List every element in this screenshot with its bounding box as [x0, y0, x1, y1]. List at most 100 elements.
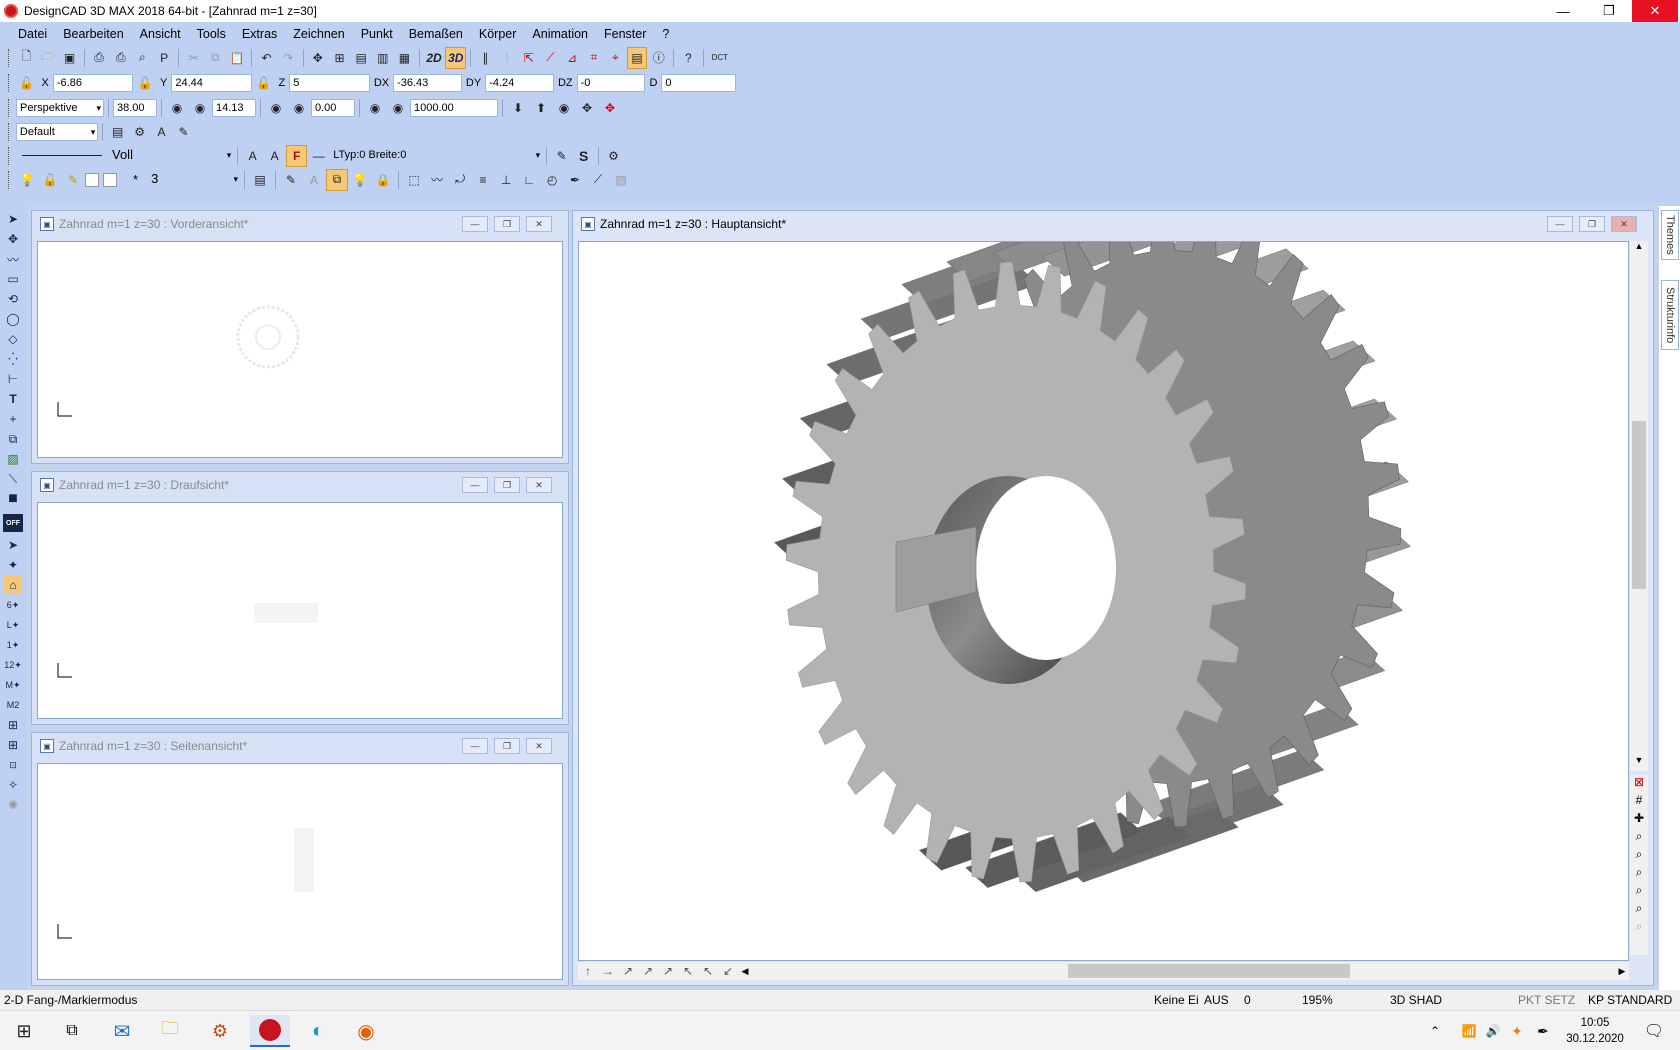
snap-l-icon[interactable]: L✦ — [4, 616, 22, 634]
view-angle-field[interactable]: 38.00 — [113, 98, 157, 117]
view-arrow-7-icon[interactable]: ↖ — [698, 964, 718, 978]
view-arrow-5-icon[interactable]: ↗ — [658, 964, 678, 978]
main-view-minimize-button[interactable]: — — [1547, 216, 1573, 232]
layer-lock-icon[interactable]: 🔓 — [39, 169, 61, 191]
walk-forward-icon[interactable]: ⬆ — [530, 97, 552, 119]
x-field[interactable]: -6.86 — [52, 73, 134, 92]
mode-3d-button[interactable]: 3D — [445, 46, 467, 69]
zoom-disabled-icon[interactable]: ⌕ — [1630, 919, 1648, 937]
z-field[interactable]: 5 — [289, 73, 370, 92]
main-view-close-button[interactable]: ✕ — [1611, 216, 1637, 232]
layer-select[interactable]: 3 — [148, 170, 241, 189]
context-help-icon[interactable]: ? — [678, 47, 699, 69]
hatch-icon[interactable]: ▨ — [610, 169, 632, 191]
camera-icon[interactable]: ◉ — [265, 97, 287, 119]
front-view-window[interactable]: ▣ Zahnrad m=1 z=30 : Vorderansicht* — ❐ … — [31, 210, 569, 464]
group-icon[interactable]: ⧉ — [4, 430, 22, 448]
zoom-window-icon[interactable]: ⌕ — [1630, 829, 1648, 847]
snap-12-icon[interactable]: 12✦ — [4, 656, 22, 674]
zoom-grid-icon[interactable]: # — [1630, 793, 1648, 811]
main-view-canvas[interactable] — [578, 241, 1629, 961]
layer-pattern-swatch[interactable] — [103, 172, 117, 187]
select-arrow-icon[interactable]: ➤ — [4, 210, 22, 228]
top-view-minimize-button[interactable]: — — [462, 477, 488, 493]
lock-z-icon[interactable]: 🔓 — [253, 72, 275, 94]
solid-fill-icon[interactable]: ■ — [4, 490, 22, 508]
print-setup-icon[interactable]: ⎙ — [110, 47, 131, 69]
clip-distance-field[interactable]: 1000.00 — [410, 98, 498, 117]
menu-ansicht[interactable]: Ansicht — [132, 22, 189, 46]
view-distance-field[interactable]: 14.13 — [212, 98, 256, 117]
array-icon[interactable]: ⁛ — [4, 350, 22, 368]
tray-app-icon[interactable]: ✦ — [1506, 1015, 1528, 1047]
settings-app-icon[interactable]: ⚙ — [200, 1015, 240, 1047]
scroll-down-icon[interactable]: ▼ — [1630, 755, 1648, 771]
pan-icon[interactable]: ✥ — [308, 47, 329, 69]
dx-field[interactable]: -36.43 — [393, 73, 462, 92]
menu-zeichnen[interactable]: Zeichnen — [285, 22, 352, 46]
zoom-in-icon[interactable]: ⌕ — [1630, 847, 1648, 865]
snap-off-button[interactable]: OFF — [3, 514, 23, 532]
snap-m2-icon[interactable]: M2 — [4, 696, 22, 714]
layer-text-icon[interactable]: A — [303, 169, 325, 191]
orbit-icon[interactable]: ✥ — [576, 97, 598, 119]
vertical-scroll-thumb[interactable] — [1632, 421, 1646, 589]
zoom-center-icon[interactable]: ✚ — [1630, 811, 1648, 829]
tray-expand-icon[interactable]: ⌃ — [1424, 1015, 1446, 1047]
d-field[interactable]: 0 — [661, 73, 737, 92]
scroll-left-icon[interactable]: ◀ — [738, 966, 752, 977]
designcad-taskbar-icon[interactable] — [250, 1015, 290, 1047]
view-arrow-4-icon[interactable]: ↗ — [638, 964, 658, 978]
cut-icon[interactable]: ✂ — [183, 47, 204, 69]
menu-animation[interactable]: Animation — [524, 22, 596, 46]
top-view-close-button[interactable]: ✕ — [526, 477, 552, 493]
view-arrow-3-icon[interactable]: ↗ — [618, 964, 638, 978]
firefox-browser-icon[interactable]: ◉ — [346, 1015, 386, 1047]
layer-color-swatch[interactable] — [85, 172, 99, 187]
zoom-previous-icon[interactable]: ⌕ — [1630, 901, 1648, 919]
main-view-window[interactable]: ▣ Zahnrad m=1 z=30 : Hauptansicht* — ❐ ✕… — [572, 210, 1654, 986]
menu-fenster[interactable]: Fenster — [596, 22, 654, 46]
print-preview-icon[interactable]: ⌕ — [132, 47, 153, 69]
eraser-icon[interactable]: ◇ — [4, 330, 22, 348]
perpendicular-icon[interactable]: ⊥ — [495, 169, 517, 191]
menu-help[interactable]: ? — [654, 22, 677, 46]
vertical-scrollbar[interactable]: ▲ ▼ — [1630, 241, 1648, 771]
text-tool-icon[interactable]: T — [4, 390, 22, 408]
front-view-close-button[interactable]: ✕ — [526, 216, 552, 232]
new-file-icon[interactable]: 🗋 — [16, 47, 37, 69]
handles-icon[interactable]: ⌗ — [583, 47, 604, 69]
horizontal-scrollbar[interactable] — [752, 962, 1615, 980]
layer-lock-all-icon[interactable]: 🔒 — [372, 169, 394, 191]
line-type-select[interactable]: Voll — [109, 146, 234, 165]
scroll-up-icon[interactable]: ▲ — [1630, 241, 1648, 257]
near-clip-icon[interactable]: ◉ — [364, 97, 386, 119]
walk-back-icon[interactable]: ⬇ — [507, 97, 529, 119]
snap-1-icon[interactable]: 1✦ — [4, 636, 22, 654]
top-view-canvas[interactable] — [37, 502, 563, 719]
camera-target-icon[interactable]: ◉ — [288, 97, 310, 119]
offset-icon[interactable]: ≡ — [472, 169, 494, 191]
restore-button[interactable]: ❐ — [1586, 0, 1632, 22]
text-size-down-icon[interactable]: A — [264, 145, 285, 167]
view-arrow-6-icon[interactable]: ↖ — [678, 964, 698, 978]
layer-copy-icon[interactable]: ⧉ — [326, 168, 349, 191]
app-logo-icon[interactable] — [4, 4, 18, 18]
fill-button[interactable]: F — [286, 144, 308, 167]
snap-cursor-icon[interactable]: ➤ — [4, 536, 22, 554]
side-view-close-button[interactable]: ✕ — [526, 738, 552, 754]
menu-punkt[interactable]: Punkt — [353, 22, 401, 46]
style-page-icon[interactable]: ▤ — [107, 121, 128, 143]
menu-koerper[interactable]: Körper — [471, 22, 525, 46]
pen-icon[interactable]: ✒ — [564, 169, 586, 191]
snap-grid2-icon[interactable]: ⊞ — [4, 736, 22, 754]
front-view-canvas[interactable] — [37, 241, 563, 458]
snap-cs-icon[interactable]: ⊡ — [4, 756, 22, 774]
view-arrow-1-icon[interactable]: ↑ — [578, 964, 598, 978]
text-style-icon[interactable]: A — [151, 121, 172, 143]
curve-icon[interactable]: ⤾ — [449, 169, 471, 191]
info-icon[interactable]: ⓘ — [648, 47, 669, 69]
notification-icon[interactable]: 🗨 — [1636, 1015, 1672, 1047]
plot-icon[interactable]: P — [154, 47, 175, 69]
copy-icon[interactable]: ⧉ — [205, 47, 226, 69]
